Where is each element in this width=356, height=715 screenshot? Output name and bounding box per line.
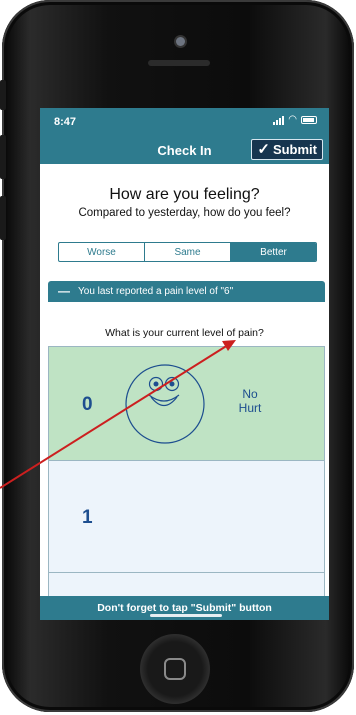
status-time: 8:47 — [54, 116, 77, 128]
segment-same[interactable]: Same — [145, 243, 231, 261]
segment-better[interactable]: Better — [231, 243, 316, 261]
comparison-segmented-control: Worse Same Better — [58, 242, 317, 262]
volume-up-button — [0, 135, 6, 179]
pain-level-0-row[interactable]: 0 No Hurt — [49, 347, 324, 461]
pain-level-list: 0 No Hurt 1 — [48, 346, 325, 620]
pain-level-label: No Hurt — [238, 387, 262, 415]
home-indicator — [150, 614, 222, 617]
smiley-face-icon — [125, 364, 205, 444]
stage: 8:47 ◠ Check In ✓ Submit How are you fee… — [0, 0, 356, 715]
segment-worse[interactable]: Worse — [59, 243, 145, 261]
pain-level-number: 1 — [82, 507, 93, 528]
checkmark-icon: ✓ — [257, 141, 270, 158]
pain-level-1-row[interactable]: 1 — [49, 461, 324, 573]
volume-down-button — [0, 196, 6, 240]
earpiece-speaker — [148, 60, 210, 66]
home-button[interactable] — [140, 634, 210, 704]
banner-divider — [48, 301, 325, 302]
front-camera — [176, 37, 185, 46]
status-bar: 8:47 ◠ — [40, 108, 329, 134]
signal-icon — [273, 115, 285, 125]
phone-frame: 8:47 ◠ Check In ✓ Submit How are you fee… — [0, 0, 354, 712]
feeling-heading: How are you feeling? — [109, 186, 260, 203]
screen: 8:47 ◠ Check In ✓ Submit How are you fee… — [40, 108, 329, 620]
system-icons: ◠ — [273, 115, 317, 125]
pain-question: What is your current level of pain? — [105, 327, 264, 339]
battery-icon — [301, 116, 317, 124]
pain-level-number: 0 — [82, 394, 93, 415]
nav-bar: Check In ✓ Submit — [40, 134, 329, 164]
feeling-subheading: Compared to yesterday, how do you feel? — [78, 207, 291, 219]
wifi-icon: ◠ — [288, 114, 297, 125]
last-pain-banner[interactable]: — You last reported a pain level of "6" — [48, 281, 325, 301]
collapse-icon: — — [58, 284, 70, 298]
home-square-icon — [164, 658, 186, 680]
submit-label: Submit — [272, 142, 317, 157]
submit-button[interactable]: ✓ Submit — [251, 139, 323, 160]
mute-switch — [0, 80, 6, 110]
last-pain-text: You last reported a pain level of "6" — [78, 285, 234, 297]
